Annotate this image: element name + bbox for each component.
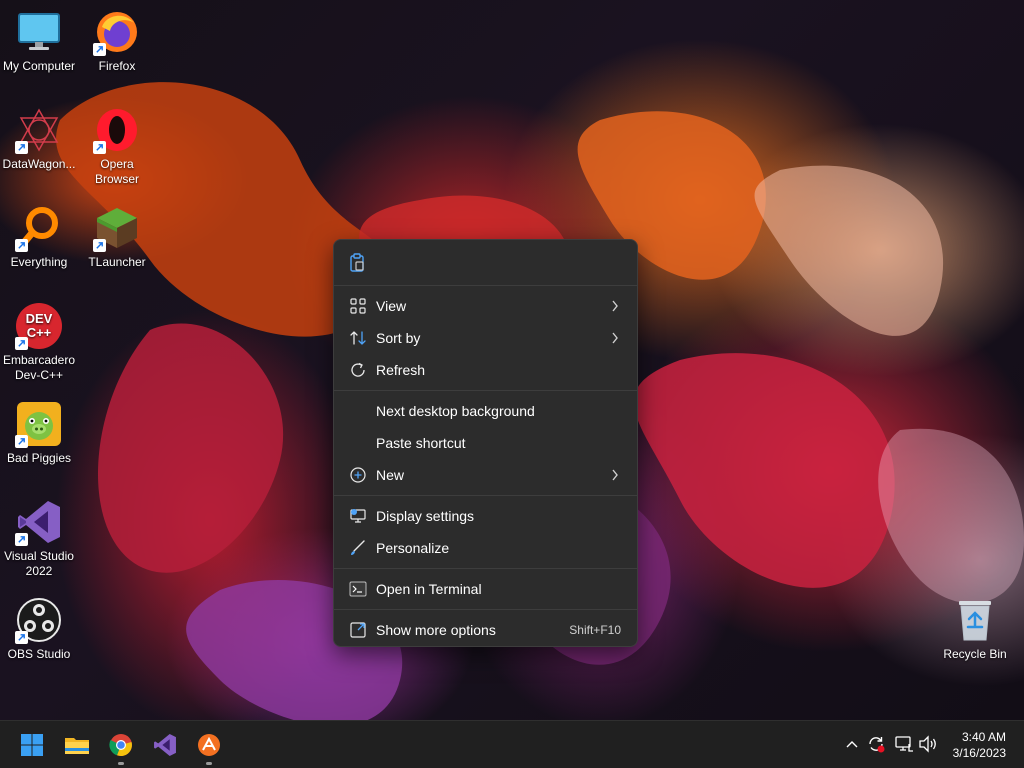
menu-item-view[interactable]: View [338, 290, 633, 322]
desktop-icon-opera[interactable]: Opera Browser [78, 106, 156, 187]
desktop-icon-firefox[interactable]: Firefox [78, 8, 156, 74]
context-menu-quick-actions [334, 240, 637, 286]
menu-item-label: Open in Terminal [376, 581, 482, 597]
volume-icon [919, 735, 936, 753]
monitor-icon [18, 13, 60, 50]
menu-item-sort-by[interactable]: Sort by [338, 322, 633, 354]
menu-item-new[interactable]: New [338, 459, 633, 491]
shortcut-arrow-icon [15, 337, 28, 350]
taskbar-clock[interactable]: 3:40 AM 3/16/2023 [953, 729, 1006, 761]
shortcut-arrow-icon [15, 435, 28, 448]
menu-item-label: Display settings [376, 508, 475, 524]
visual-studio-icon [154, 734, 176, 756]
terminal-icon [349, 581, 367, 597]
app-icon [198, 734, 220, 756]
shortcut-arrow-icon [15, 239, 28, 252]
desktop-icon-visual-studio[interactable]: Visual Studio 2022 [0, 498, 78, 579]
shortcut-arrow-icon [15, 631, 28, 644]
running-indicator [206, 762, 212, 765]
menu-item-label: Sort by [376, 330, 421, 346]
context-menu-group-settings: Display settings Personalize [334, 496, 637, 569]
desktop-icon-tlauncher[interactable]: TLauncher [78, 204, 156, 270]
menu-item-refresh[interactable]: Refresh [338, 354, 633, 386]
taskbar-visual-studio[interactable] [149, 729, 181, 761]
menu-item-label: Refresh [376, 362, 426, 378]
running-indicator [118, 762, 124, 765]
context-menu-group-view: View Sort by Refresh [334, 286, 637, 391]
context-menu-group-background: Next desktop background Paste shortcut N… [334, 391, 637, 496]
chrome-icon [109, 734, 132, 757]
clock-date: 3/16/2023 [952, 746, 1006, 760]
desktop-icon-label: Visual Studio 2022 [4, 549, 74, 578]
tray-network[interactable] [893, 733, 915, 755]
paste-icon[interactable] [348, 252, 366, 273]
desktop-icon-bad-piggies[interactable]: Bad Piggies [0, 400, 78, 466]
menu-item-next-desktop-background[interactable]: Next desktop background [338, 395, 633, 427]
new-plus-icon [350, 467, 366, 483]
desktop-icon-recycle-bin[interactable]: Recycle Bin [936, 596, 1014, 662]
menu-item-label: Show more options [376, 622, 496, 638]
menu-item-display-settings[interactable]: Display settings [338, 500, 633, 532]
tray-volume[interactable] [917, 733, 939, 755]
menu-item-label: Paste shortcut [376, 435, 466, 451]
shortcut-arrow-icon [93, 239, 106, 252]
desktop-icon-obs[interactable]: OBS Studio [0, 596, 78, 662]
desktop-icon-everything[interactable]: Everything [0, 204, 78, 270]
desktop-context-menu: View Sort by Refresh Next desktop backgr… [333, 239, 638, 647]
desktop-icon-label: Recycle Bin [943, 647, 1007, 661]
menu-item-open-in-terminal[interactable]: Open in Terminal [338, 573, 633, 605]
desktop-icon-label: Opera Browser [94, 157, 139, 186]
sync-icon [869, 737, 885, 753]
desktop-icon-label: Everything [10, 255, 68, 269]
desktop-icon-label: Embarcadero Dev-C++ [2, 353, 76, 382]
start-button[interactable] [16, 729, 48, 761]
devcpp-badge-text: DEV C++ [25, 311, 53, 340]
taskbar-chrome[interactable] [105, 729, 137, 765]
display-settings-icon [350, 509, 366, 523]
desktop-icon-label: OBS Studio [7, 647, 71, 661]
chevron-right-icon [612, 469, 618, 481]
context-menu-group-terminal: Open in Terminal [334, 569, 637, 610]
shortcut-arrow-icon [93, 43, 106, 56]
shortcut-arrow-icon [15, 141, 28, 154]
desktop-icon-label: DataWagon... [2, 157, 76, 171]
desktop-icon-label: My Computer [2, 59, 76, 73]
chevron-up-icon [846, 741, 858, 748]
menu-item-personalize[interactable]: Personalize [338, 532, 633, 564]
personalize-brush-icon [351, 540, 365, 555]
desktop-icon-label: TLauncher [88, 255, 146, 269]
show-more-options-icon [350, 622, 366, 638]
view-grid-icon [350, 298, 366, 314]
taskbar-file-explorer[interactable] [61, 729, 93, 761]
taskbar: 3:40 AM 3/16/2023 [0, 720, 1024, 768]
menu-item-label: Next desktop background [376, 403, 535, 419]
menu-item-label: View [376, 298, 407, 314]
menu-item-show-more-options[interactable]: Show more options Shift+F10 [338, 614, 633, 646]
shortcut-arrow-icon [93, 141, 106, 154]
menu-item-label: Personalize [376, 540, 450, 556]
chevron-right-icon [612, 332, 618, 344]
context-menu-group-more: Show more options Shift+F10 [334, 610, 637, 650]
taskbar-app[interactable] [193, 729, 225, 765]
desktop[interactable]: My Computer Firefox DataWagon... Opera B… [0, 0, 1024, 720]
desktop-icon-devcpp[interactable]: DEV C++ Embarcadero Dev-C++ [0, 302, 78, 383]
file-explorer-icon [65, 738, 89, 754]
tray-sync[interactable] [865, 733, 887, 755]
start-icon [21, 734, 43, 756]
tray-show-hidden-icons[interactable] [841, 733, 863, 755]
desktop-icon-datawagon[interactable]: DataWagon... [0, 106, 78, 172]
desktop-icon-my-computer[interactable]: My Computer [0, 8, 78, 74]
desktop-icon-label: Firefox [98, 59, 136, 73]
menu-item-paste-shortcut[interactable]: Paste shortcut [338, 427, 633, 459]
desktop-icon-label: Bad Piggies [6, 451, 72, 465]
clock-time: 3:40 AM [961, 730, 1006, 744]
sort-icon [350, 331, 366, 345]
refresh-icon [351, 362, 365, 377]
network-icon [895, 736, 913, 752]
recycle-bin-icon [959, 601, 991, 641]
menu-item-label: New [376, 467, 405, 483]
chevron-right-icon [612, 300, 618, 312]
keyboard-shortcut-label: Shift+F10 [569, 623, 621, 637]
shortcut-arrow-icon [15, 533, 28, 546]
